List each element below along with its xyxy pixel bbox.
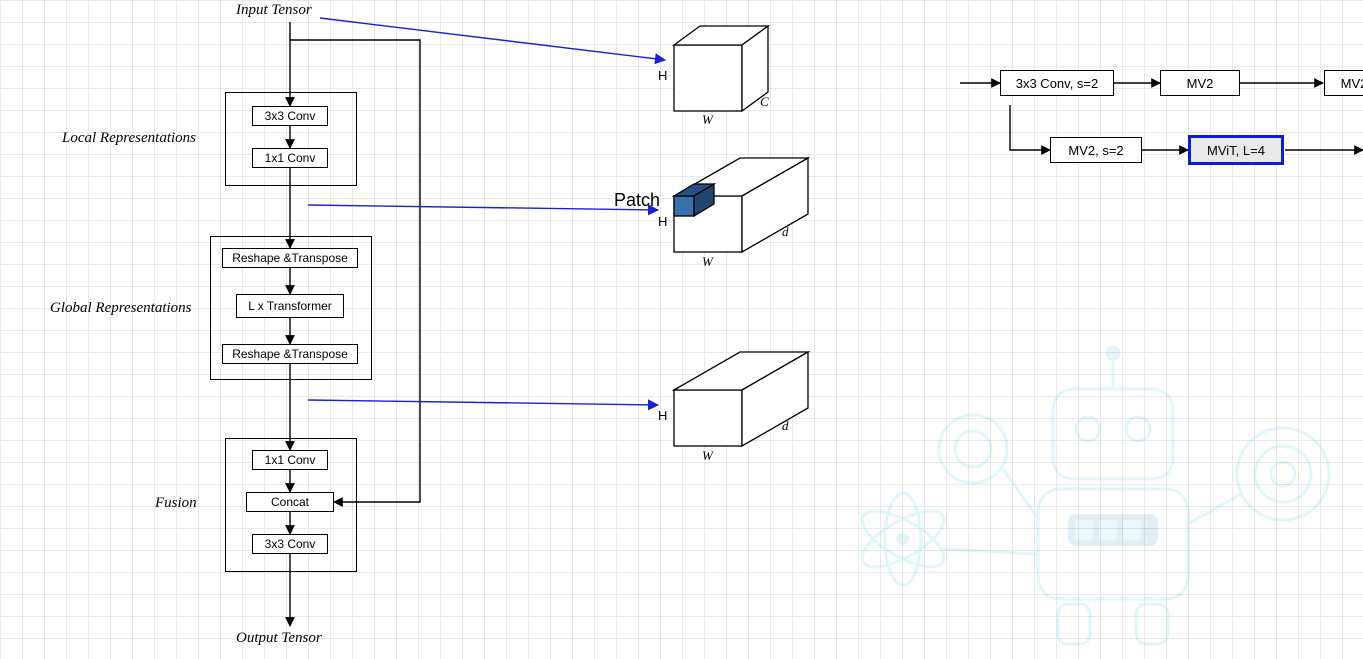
tensor2-w: W [702,254,713,270]
block-1x1-conv-2: 1x1 Conv [252,450,328,470]
tensor2-h: H [658,214,667,229]
pipe-mvit-l4: MViT, L=4 [1188,135,1284,165]
tensor1-c: C [760,94,769,110]
block-reshape-transpose-2: Reshape &Transpose [222,344,358,364]
local-rep-title: Local Representations [62,130,196,147]
tensor3-h: H [658,408,667,423]
output-tensor-label: Output Tensor [236,630,322,647]
pipe-mv2-2: MV2 [1324,70,1363,96]
fusion-title: Fusion [155,495,197,512]
patch-label: Patch [614,190,660,211]
global-rep-title: Global Representations [50,300,192,317]
tensor2-d: d [782,224,789,240]
pipe-3x3-conv-s2: 3x3 Conv, s=2 [1000,70,1114,96]
tensor1-h: H [658,68,667,83]
block-3x3-conv-2: 3x3 Conv [252,534,328,554]
block-concat: Concat [246,492,334,512]
input-tensor-label: Input Tensor [236,2,312,19]
pipe-mv2-1: MV2 [1160,70,1240,96]
diagram-canvas [0,0,1363,659]
block-l-transformer: L x Transformer [236,294,344,318]
tensor3-w: W [702,448,713,464]
block-3x3-conv-1: 3x3 Conv [252,106,328,126]
block-reshape-transpose-1: Reshape &Transpose [222,248,358,268]
tensor3-d: d [782,418,789,434]
tensor1-w: W [702,112,713,128]
pipe-mv2-s2: MV2, s=2 [1050,137,1142,163]
block-1x1-conv-1: 1x1 Conv [252,148,328,168]
